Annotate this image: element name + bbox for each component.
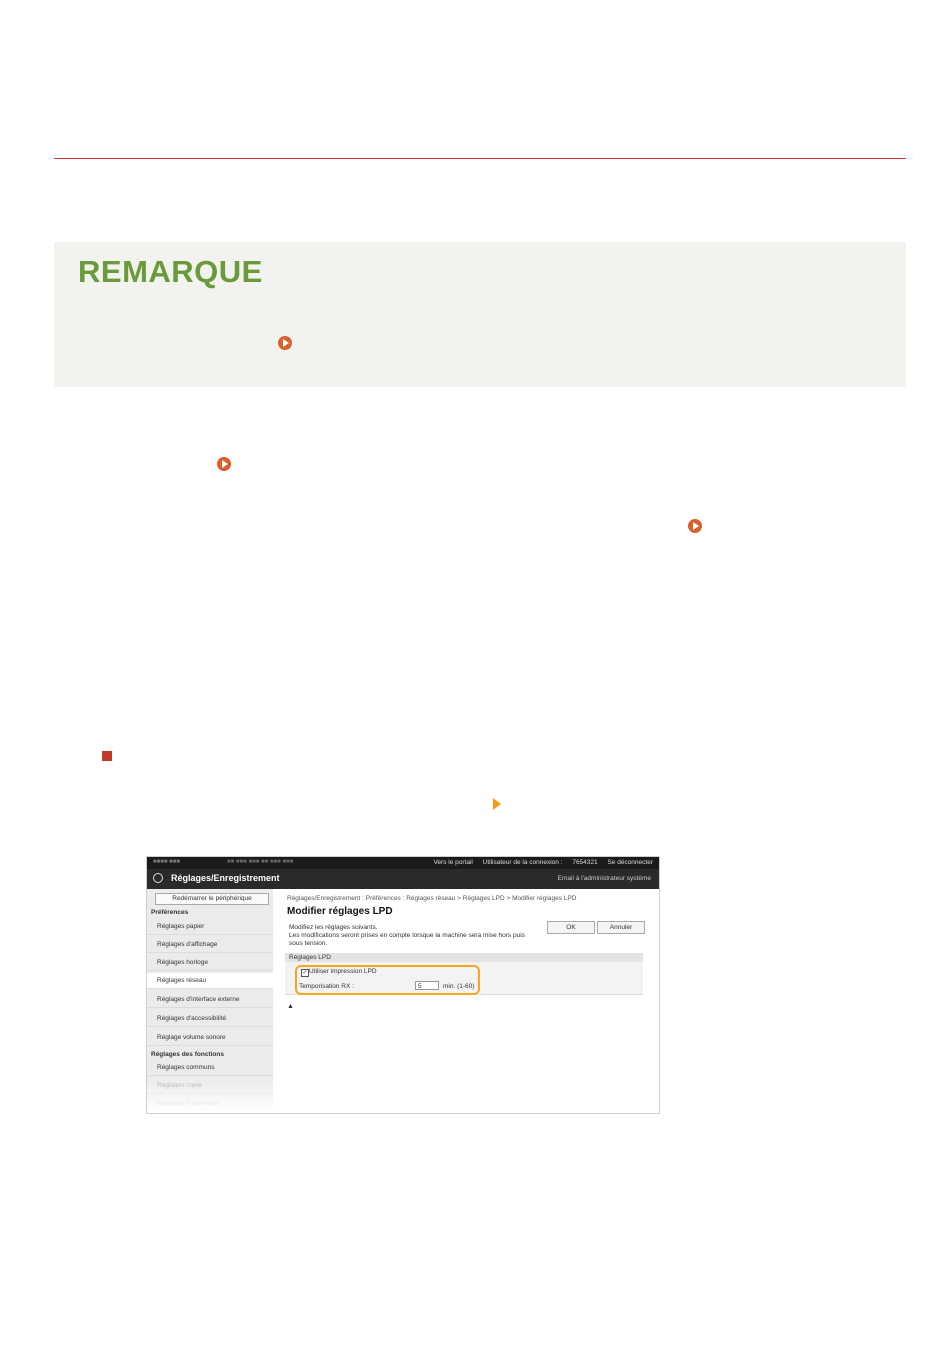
page-title: Modifier réglages LPD <box>287 906 393 917</box>
section-divider <box>54 158 906 159</box>
login-user-value: 7654321 <box>572 859 598 866</box>
sidebar-item-accessibility[interactable]: Réglages d'accessibilité <box>147 1011 273 1027</box>
cancel-button[interactable]: Annuler <box>597 921 645 934</box>
back-to-top-icon[interactable]: ▲ <box>287 1003 294 1010</box>
ui-screenshot: ■■■■ ■■■ ■■ ■■■ ■■■ ■■ ■■■ ■■■ Vers le p… <box>146 856 660 1114</box>
sidebar-section-preferences: Préférences <box>151 909 189 916</box>
login-user-label: Utilisateur de la connexion : <box>482 859 563 866</box>
device-name-blurred: ■■■■ ■■■ <box>153 859 181 865</box>
sidebar-item-external-interface[interactable]: Réglages d'interface externe <box>147 992 273 1008</box>
link-arrow-icon[interactable] <box>278 336 292 350</box>
top-bar: ■■■■ ■■■ ■■ ■■■ ■■■ ■■ ■■■ ■■■ Vers le p… <box>147 857 659 869</box>
sidebar-item-paper[interactable]: Réglages papier <box>147 919 273 935</box>
highlight-frame <box>295 965 480 995</box>
heading-bullet-icon <box>102 751 112 761</box>
note-title: REMARQUE <box>78 254 263 289</box>
title-bar: Réglages/Enregistrement Email à l'admini… <box>147 869 659 889</box>
sidebar: Redémarrer le périphérique Préférences R… <box>147 889 273 1113</box>
device-address-blurred: ■■ ■■■ ■■■ ■■ ■■■ ■■■ <box>227 859 294 865</box>
description: Modifiez les réglages suivants. Les modi… <box>289 924 539 948</box>
breadcrumb: Réglages/Enregistrement : Préférences : … <box>287 895 577 902</box>
step-arrow-icon <box>493 798 501 810</box>
note-box: REMARQUE <box>54 242 906 387</box>
section-header: Réglages LPD <box>285 953 643 962</box>
app-title: Réglages/Enregistrement <box>171 873 280 883</box>
gear-icon <box>153 873 163 883</box>
logout-link[interactable]: Se déconnecter <box>607 859 653 866</box>
description-line-2: Les modifications seront prises en compt… <box>289 932 525 947</box>
description-line-1: Modifiez les réglages suivants. <box>289 924 378 931</box>
sidebar-section-functions: Réglages des fonctions <box>151 1051 224 1058</box>
ok-button[interactable]: OK <box>547 921 595 934</box>
sidebar-item-display[interactable]: Réglages d'affichage <box>147 937 273 953</box>
link-arrow-icon[interactable] <box>688 519 702 533</box>
admin-mail-link[interactable]: Email à l'administrateur système <box>558 875 651 882</box>
sidebar-item-clock[interactable]: Réglages horloge <box>147 955 273 971</box>
sidebar-item-copy[interactable]: Réglages copie <box>147 1078 273 1094</box>
portal-link[interactable]: Vers le portail <box>433 859 472 866</box>
sidebar-item-common[interactable]: Réglages communs <box>147 1060 273 1076</box>
sidebar-item-network[interactable]: Réglages réseau <box>147 973 273 989</box>
link-arrow-icon[interactable] <box>217 457 231 471</box>
sidebar-item-printer[interactable]: Réglages imprimante <box>147 1096 273 1112</box>
sidebar-item-volume[interactable]: Réglage volume sonore <box>147 1030 273 1046</box>
restart-device-button[interactable]: Redémarrer le périphérique <box>155 893 269 905</box>
